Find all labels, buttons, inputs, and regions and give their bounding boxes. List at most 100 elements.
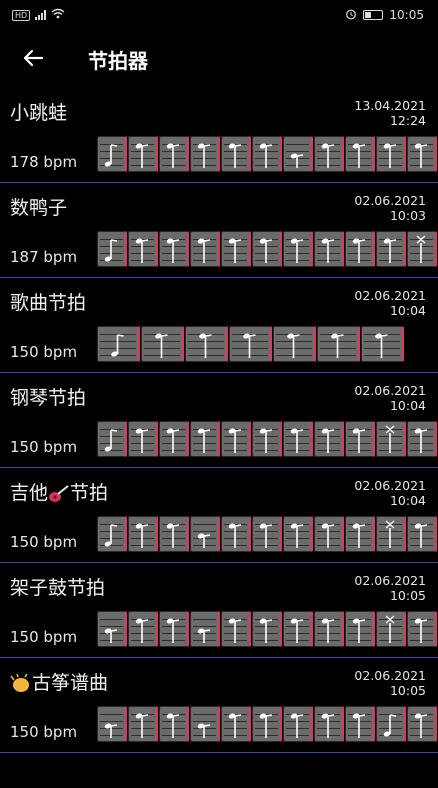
- beat-cell-normal[interactable]: [128, 231, 158, 267]
- note-icon: [352, 428, 366, 453]
- beat-pattern: [97, 231, 437, 267]
- beat-cell-normal[interactable]: [376, 136, 406, 172]
- note-icon: [199, 333, 212, 358]
- beat-cell-normal[interactable]: [314, 136, 344, 172]
- beat-cell-normal[interactable]: [314, 706, 344, 742]
- status-time: 10:05: [389, 8, 424, 22]
- beat-cell-mute[interactable]: [376, 516, 406, 552]
- note-icon: [104, 628, 118, 643]
- beat-cell-normal[interactable]: [159, 136, 189, 172]
- beat-cell-normal[interactable]: [221, 231, 251, 267]
- beat-cell-normal[interactable]: [345, 706, 375, 742]
- beat-cell-normal[interactable]: [407, 611, 437, 647]
- preset-bpm: 150 bpm: [10, 343, 78, 361]
- beat-cell-normal[interactable]: [159, 231, 189, 267]
- beat-cell-soft[interactable]: [283, 136, 313, 172]
- beat-cell-normal[interactable]: [252, 136, 282, 172]
- preset-time: 10:05: [389, 683, 426, 698]
- beat-cell-soft[interactable]: [97, 611, 127, 647]
- beat-cell-normal[interactable]: [345, 516, 375, 552]
- beat-cell-soft[interactable]: [97, 706, 127, 742]
- beat-cell-accent[interactable]: [97, 516, 127, 552]
- beat-cell-normal[interactable]: [221, 136, 251, 172]
- beat-cell-normal[interactable]: [221, 611, 251, 647]
- preset-item[interactable]: 架子鼓节拍 02.06.2021 10:05 150 bpm: [0, 563, 438, 658]
- beat-cell-normal[interactable]: [159, 706, 189, 742]
- note-icon: [290, 238, 304, 263]
- beat-cell-normal[interactable]: [407, 136, 437, 172]
- beat-cell-normal[interactable]: [345, 231, 375, 267]
- beat-cell-normal[interactable]: [190, 231, 220, 267]
- beat-cell-normal[interactable]: [317, 326, 360, 362]
- beat-cell-normal[interactable]: [314, 421, 344, 457]
- beat-cell-normal[interactable]: [128, 421, 158, 457]
- preset-timestamp: 02.06.2021 10:05: [354, 668, 426, 698]
- beat-cell-normal[interactable]: [376, 231, 406, 267]
- beat-cell-soft[interactable]: [190, 706, 220, 742]
- beat-cell-normal[interactable]: [252, 706, 282, 742]
- beat-cell-accent[interactable]: [97, 136, 127, 172]
- beat-cell-normal[interactable]: [283, 611, 313, 647]
- beat-cell-normal[interactable]: [128, 611, 158, 647]
- beat-cell-normal[interactable]: [252, 611, 282, 647]
- beat-cell-normal[interactable]: [283, 706, 313, 742]
- beat-cell-soft[interactable]: [190, 516, 220, 552]
- note-icon: [166, 713, 180, 738]
- beat-cell-mute[interactable]: [376, 611, 406, 647]
- beat-cell-normal[interactable]: [361, 326, 404, 362]
- beat-cell-normal[interactable]: [159, 421, 189, 457]
- preset-item[interactable]: 钢琴节拍 02.06.2021 10:04 150 bpm: [0, 373, 438, 468]
- beat-cell-normal[interactable]: [407, 706, 437, 742]
- beat-cell-normal[interactable]: [407, 421, 437, 457]
- beat-cell-normal[interactable]: [314, 516, 344, 552]
- preset-item[interactable]: 吉他 节拍 02.06.2021 10:04 150 bpm: [0, 468, 438, 563]
- note-icon: [290, 153, 304, 168]
- preset-item[interactable]: 古筝谱曲 02.06.2021 10:05 150 bpm: [0, 658, 438, 753]
- beat-cell-soft[interactable]: [190, 611, 220, 647]
- preset-item[interactable]: 歌曲节拍 02.06.2021 10:04 150 bpm: [0, 278, 438, 373]
- beat-cell-normal[interactable]: [345, 421, 375, 457]
- beat-pattern: [97, 611, 437, 647]
- beat-cell-normal[interactable]: [252, 421, 282, 457]
- beat-cell-normal[interactable]: [252, 231, 282, 267]
- beat-cell-normal[interactable]: [314, 611, 344, 647]
- beat-cell-normal[interactable]: [159, 516, 189, 552]
- note-icon: [385, 615, 395, 643]
- beat-cell-accent[interactable]: [97, 231, 127, 267]
- beat-cell-accent[interactable]: [376, 706, 406, 742]
- beat-cell-normal[interactable]: [159, 611, 189, 647]
- beat-cell-normal[interactable]: [221, 706, 251, 742]
- beat-cell-normal[interactable]: [128, 136, 158, 172]
- preset-time: 10:04: [389, 398, 426, 413]
- beat-cell-normal[interactable]: [252, 516, 282, 552]
- beat-cell-normal[interactable]: [221, 421, 251, 457]
- beat-cell-normal[interactable]: [283, 421, 313, 457]
- beat-cell-normal[interactable]: [128, 516, 158, 552]
- beat-cell-normal[interactable]: [128, 706, 158, 742]
- beat-cell-mute[interactable]: [407, 231, 437, 267]
- preset-date: 02.06.2021: [354, 288, 426, 303]
- note-icon: [135, 713, 149, 738]
- beat-cell-normal[interactable]: [345, 136, 375, 172]
- beat-cell-mute[interactable]: [376, 421, 406, 457]
- beat-cell-normal[interactable]: [407, 516, 437, 552]
- beat-cell-accent[interactable]: [97, 421, 127, 457]
- beat-cell-normal[interactable]: [221, 516, 251, 552]
- beat-cell-normal[interactable]: [283, 231, 313, 267]
- note-icon: [375, 333, 388, 358]
- beat-cell-normal[interactable]: [185, 326, 228, 362]
- beat-cell-normal[interactable]: [190, 136, 220, 172]
- preset-item[interactable]: 数鸭子 02.06.2021 10:03 187 bpm: [0, 183, 438, 278]
- preset-item[interactable]: 小跳蛙 13.04.2021 12:24 178 bpm: [0, 88, 438, 183]
- beat-cell-normal[interactable]: [273, 326, 316, 362]
- preset-timestamp: 02.06.2021 10:05: [354, 573, 426, 603]
- beat-cell-normal[interactable]: [314, 231, 344, 267]
- note-icon: [104, 429, 118, 452]
- back-arrow-icon[interactable]: [22, 45, 72, 73]
- beat-cell-normal[interactable]: [229, 326, 272, 362]
- beat-cell-normal[interactable]: [345, 611, 375, 647]
- beat-cell-normal[interactable]: [141, 326, 184, 362]
- beat-cell-normal[interactable]: [190, 421, 220, 457]
- beat-cell-accent[interactable]: [97, 326, 140, 362]
- beat-cell-normal[interactable]: [283, 516, 313, 552]
